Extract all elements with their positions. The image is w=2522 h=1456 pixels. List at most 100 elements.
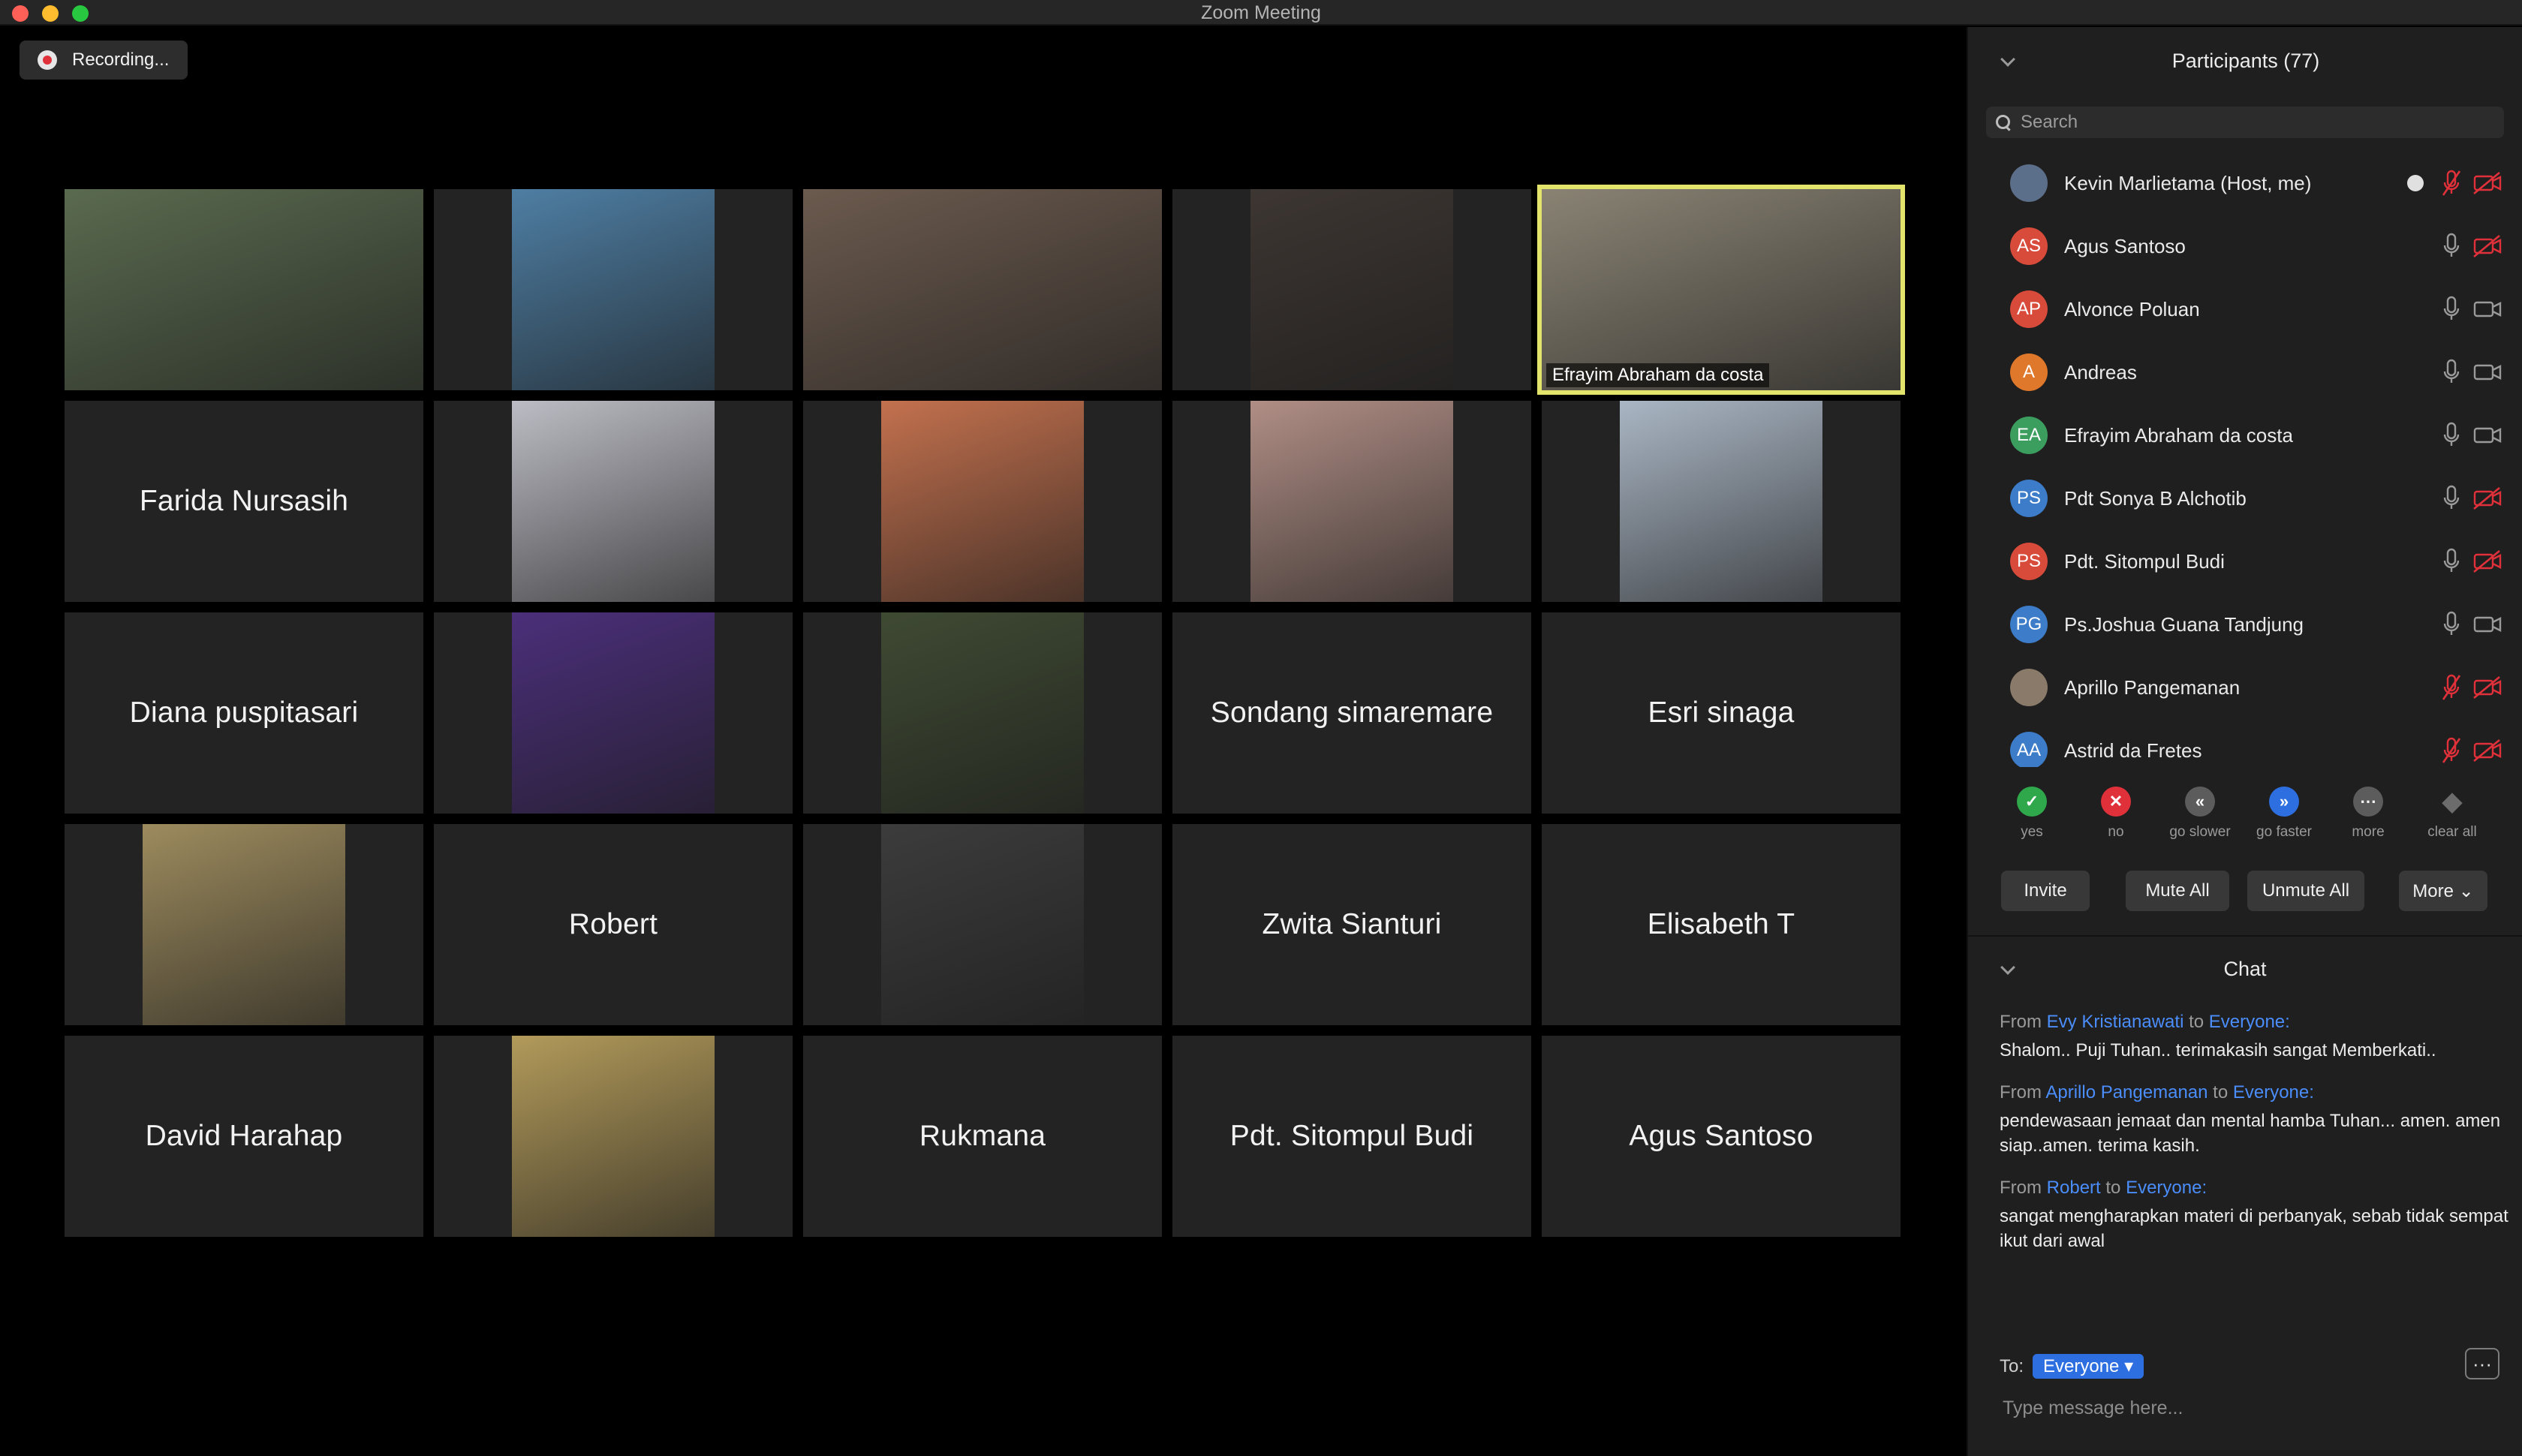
chat-message-body: Shalom.. Puji Tuhan.. terimakasih sangat…: [2000, 1040, 2436, 1060]
mic-muted-icon[interactable]: [2441, 168, 2462, 198]
chat-message-input[interactable]: Type message here...: [2003, 1397, 2183, 1419]
camera-off-icon[interactable]: [2472, 170, 2502, 197]
mic-muted-icon[interactable]: [2441, 736, 2462, 766]
unmute-all-button[interactable]: Unmute All: [2247, 871, 2364, 911]
recording-indicator[interactable]: Recording...: [20, 41, 188, 80]
video-tile[interactable]: [1172, 189, 1531, 390]
participant-video-image: [1542, 189, 1901, 390]
participant-row[interactable]: A Andreas: [1968, 341, 2522, 404]
video-tile[interactable]: [803, 189, 1162, 390]
participant-row[interactable]: Aprillo Pangemanan: [1968, 656, 2522, 719]
reaction-clear-all-button[interactable]: ◆ clear all: [2411, 778, 2493, 841]
camera-icon[interactable]: [2472, 296, 2502, 323]
reaction-label: more: [2352, 824, 2385, 840]
yes-icon: ✓: [2017, 787, 2047, 817]
video-tile[interactable]: [434, 612, 793, 814]
avatar: AP: [2010, 290, 2048, 328]
sender-name[interactable]: Evy Kristianawati: [2047, 1012, 2184, 1032]
video-tile[interactable]: [65, 189, 423, 390]
video-tile[interactable]: Diana puspitasari: [65, 612, 423, 814]
participant-row[interactable]: PS Pdt Sonya B Alchotib: [1968, 467, 2522, 530]
sender-name[interactable]: Robert: [2047, 1178, 2101, 1198]
video-tile[interactable]: [803, 612, 1162, 814]
participant-row[interactable]: Kevin Marlietama (Host, me): [1968, 152, 2522, 215]
camera-off-icon[interactable]: [2472, 233, 2502, 260]
participant-row[interactable]: PS Pdt. Sitompul Budi: [1968, 530, 2522, 593]
participant-search-input[interactable]: Search: [1986, 107, 2504, 138]
participant-video-image: [1250, 401, 1453, 602]
avatar: A: [2010, 353, 2048, 391]
camera-icon[interactable]: [2472, 422, 2502, 449]
more-button[interactable]: More ⌄: [2399, 871, 2487, 911]
participant-name-label: Elisabeth T: [1647, 908, 1795, 940]
participant-name-label: David Harahap: [145, 1120, 343, 1152]
video-tile[interactable]: Esri sinaga: [1542, 612, 1901, 814]
video-tile[interactable]: [65, 824, 423, 1025]
recipient-dropdown[interactable]: Everyone ▾: [2033, 1354, 2144, 1379]
video-tile[interactable]: Sondang simaremare: [1172, 612, 1531, 814]
side-panel: Participants (77) Search Kevin Marlietam…: [1967, 27, 2522, 1456]
video-tile[interactable]: Efrayim Abraham da costa: [1537, 185, 1905, 395]
participant-video-image: [881, 401, 1084, 602]
video-tile[interactable]: David Harahap: [65, 1036, 423, 1237]
recipient-name[interactable]: Everyone:: [2233, 1082, 2314, 1103]
recipient-name[interactable]: Everyone:: [2209, 1012, 2290, 1032]
reaction-yes-button[interactable]: ✓ yes: [1991, 778, 2073, 841]
sender-name[interactable]: Aprillo Pangemanan: [2045, 1082, 2208, 1103]
camera-off-icon[interactable]: [2472, 548, 2502, 575]
chat-meta-text: to: [2189, 1012, 2204, 1032]
video-tile[interactable]: [1172, 401, 1531, 602]
participant-name: Andreas: [2064, 360, 2137, 384]
invite-button[interactable]: Invite: [2001, 871, 2090, 911]
camera-off-icon[interactable]: [2472, 674, 2502, 701]
video-tile[interactable]: Pdt. Sitompul Budi: [1172, 1036, 1531, 1237]
participant-row[interactable]: AS Agus Santoso: [1968, 215, 2522, 278]
participant-row[interactable]: PG Ps.Joshua Guana Tandjung: [1968, 593, 2522, 656]
camera-icon[interactable]: [2472, 611, 2502, 638]
video-tile[interactable]: Robert: [434, 824, 793, 1025]
reaction-go-faster-button[interactable]: » go faster: [2243, 778, 2325, 841]
mic-icon[interactable]: [2441, 483, 2462, 513]
participant-video-image: [65, 189, 423, 390]
go-slower-icon: «: [2185, 787, 2215, 817]
video-tile[interactable]: Zwita Sianturi: [1172, 824, 1531, 1025]
camera-off-icon[interactable]: [2472, 485, 2502, 512]
mic-muted-icon[interactable]: [2441, 672, 2462, 702]
video-tile[interactable]: Rukmana: [803, 1036, 1162, 1237]
participant-name-label: Esri sinaga: [1648, 696, 1795, 729]
panel-divider: [1968, 935, 2522, 937]
reaction-go-slower-button[interactable]: « go slower: [2159, 778, 2241, 841]
mute-all-button[interactable]: Mute All: [2126, 871, 2229, 911]
chat-more-options-button[interactable]: ···: [2465, 1348, 2499, 1379]
video-tile[interactable]: [1542, 401, 1901, 602]
video-tile[interactable]: Farida Nursasih: [65, 401, 423, 602]
video-tile[interactable]: [434, 401, 793, 602]
video-tile[interactable]: [803, 401, 1162, 602]
mic-icon[interactable]: [2441, 546, 2462, 576]
participant-video-image: [881, 612, 1084, 814]
participant-row[interactable]: EA Efrayim Abraham da costa: [1968, 404, 2522, 467]
participant-list[interactable]: Kevin Marlietama (Host, me) AS Agus Santos…: [1968, 152, 2522, 767]
participant-name-label: Farida Nursasih: [139, 485, 349, 517]
video-tile[interactable]: [434, 1036, 793, 1237]
mic-icon[interactable]: [2441, 420, 2462, 450]
video-tile[interactable]: Agus Santoso: [1542, 1036, 1901, 1237]
mic-icon[interactable]: [2441, 357, 2462, 387]
mic-icon[interactable]: [2441, 609, 2462, 639]
chat-message-sender-line: From Robert to Everyone:: [2000, 1178, 2510, 1199]
clear-all-icon: ◆: [2437, 787, 2467, 817]
chat-message: From Evy Kristianawati to Everyone: Shalo…: [2000, 1012, 2510, 1063]
reaction-more-button[interactable]: ⋯ more: [2327, 778, 2409, 841]
mic-icon[interactable]: [2441, 231, 2462, 261]
mic-icon[interactable]: [2441, 294, 2462, 324]
video-tile[interactable]: Elisabeth T: [1542, 824, 1901, 1025]
recipient-name[interactable]: Everyone:: [2126, 1178, 2207, 1198]
video-tile[interactable]: [434, 189, 793, 390]
participant-row[interactable]: AP Alvonce Poluan: [1968, 278, 2522, 341]
camera-off-icon[interactable]: [2472, 737, 2502, 764]
reaction-no-button[interactable]: ✕ no: [2075, 778, 2157, 841]
participant-row[interactable]: AA Astrid da Fretes: [1968, 719, 2522, 767]
camera-icon[interactable]: [2472, 359, 2502, 386]
avatar: [2010, 164, 2048, 202]
video-tile[interactable]: [803, 824, 1162, 1025]
